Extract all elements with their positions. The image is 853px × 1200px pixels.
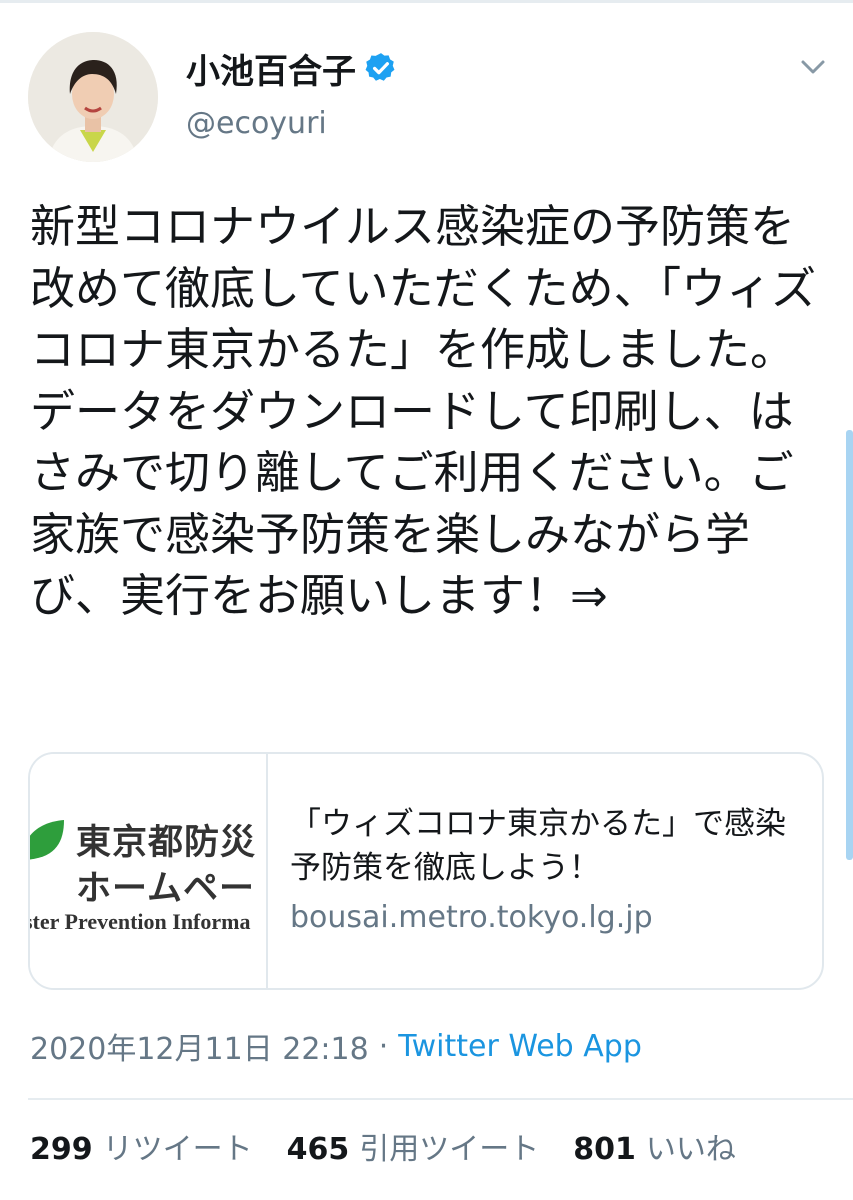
author-display-name[interactable]: 小池百合子 xyxy=(186,44,356,93)
thumbnail-title-line1: 東京都防災 xyxy=(76,823,257,863)
card-title: 「ウィズコロナ東京かるた」で感染予防策を徹底しよう！ xyxy=(290,806,786,886)
meta-separator: · xyxy=(378,1028,389,1064)
link-card[interactable]: 東京都防災 ホームペー ster Prevention Informa 「ウィズ… xyxy=(28,752,824,990)
verified-badge-icon xyxy=(364,51,398,85)
tweet-source-link[interactable]: Twitter Web App xyxy=(398,1029,642,1064)
tweet-text: 新型コロナウイルス感染症の予防策を改めて徹底していただくため、「ウィズコロナ東京… xyxy=(30,200,817,622)
author-handle[interactable]: @ecoyuri xyxy=(186,106,327,141)
quotes-label: 引用ツイート xyxy=(359,1132,540,1167)
retweets-stat[interactable]: 299 リツイート xyxy=(30,1124,253,1168)
likes-count: 801 xyxy=(573,1132,636,1167)
retweets-label: リツイート xyxy=(102,1132,253,1167)
chevron-down-icon[interactable] xyxy=(796,52,830,82)
tweet-timestamp[interactable]: 2020年12月11日 22:18 xyxy=(30,1024,369,1068)
thumbnail-title-line2: ホームペー xyxy=(76,869,255,909)
card-thumbnail: 東京都防災 ホームペー ster Prevention Informa xyxy=(30,754,268,988)
leaf-logo-icon xyxy=(30,820,64,860)
scrollbar[interactable] xyxy=(846,430,853,860)
tweet-meta: 2020年12月11日 22:18 · Twitter Web App xyxy=(30,1024,642,1068)
retweets-count: 299 xyxy=(30,1132,93,1167)
quotes-count: 465 xyxy=(286,1132,350,1167)
thumbnail-subtitle: ster Prevention Informa xyxy=(30,909,251,934)
likes-stat[interactable]: 801 いいね xyxy=(573,1124,736,1168)
engagement-stats: 299 リツイート 465 引用ツイート 801 いいね xyxy=(30,1124,770,1168)
card-body: 「ウィズコロナ東京かるた」で感染予防策を徹底しよう！ bousai.metro.… xyxy=(290,802,810,938)
avatar[interactable] xyxy=(28,32,158,162)
card-domain: bousai.metro.tokyo.lg.jp xyxy=(290,900,653,935)
profile-photo xyxy=(28,32,158,162)
likes-label: いいね xyxy=(645,1132,736,1167)
stats-divider xyxy=(28,1098,853,1100)
top-divider xyxy=(0,0,853,3)
author-name-row: 小池百合子 xyxy=(186,44,398,93)
quotes-stat[interactable]: 465 引用ツイート xyxy=(287,1124,540,1168)
